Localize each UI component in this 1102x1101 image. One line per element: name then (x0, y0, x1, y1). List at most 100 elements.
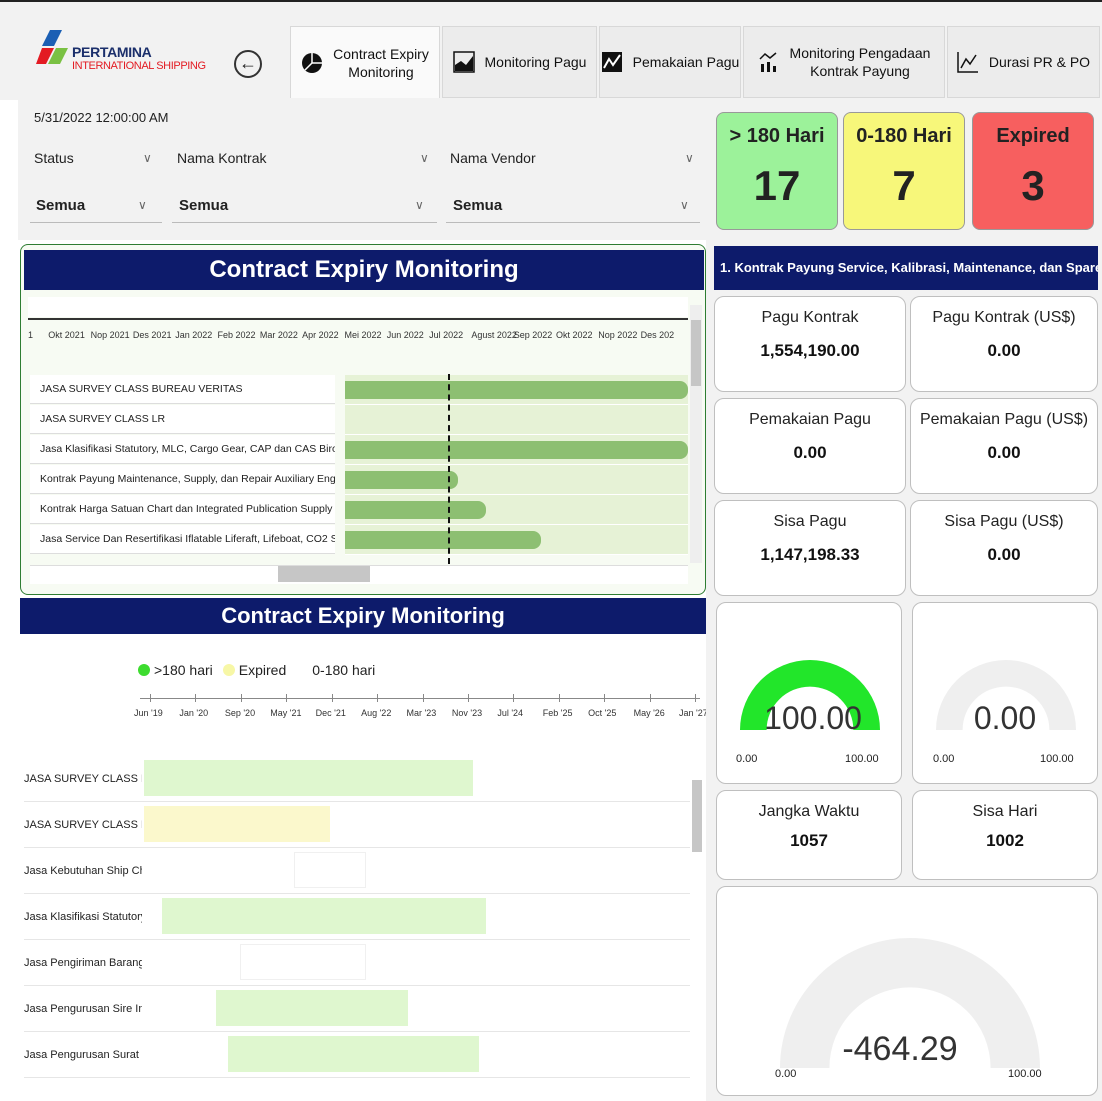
report-date: 5/31/2022 12:00:00 AM (34, 110, 169, 125)
gantt2-row-divider (24, 893, 690, 894)
card-value: 0.00 (793, 443, 827, 462)
card-sisa-pagu: Sisa Pagu 1,147,198.33 (714, 500, 906, 596)
gauge-2-value: 0.00 (973, 700, 1037, 736)
gantt2-tick-mark (377, 694, 379, 702)
card-value: 0.00 (987, 341, 1021, 360)
gantt2-row-label: JASA SURVEY CLASS BUR (24, 773, 142, 785)
back-arrow-icon[interactable]: ← (234, 50, 262, 78)
tab-durasi-pr-po[interactable]: Durasi PR & PO (947, 26, 1100, 98)
gauge-2-min: 0.00 (933, 753, 955, 765)
gantt2-bar[interactable] (215, 990, 408, 1026)
gantt1-bar[interactable] (345, 441, 688, 459)
gantt2-tick: Oct '25 (588, 708, 617, 718)
gantt2-tick: Sep '20 (224, 708, 256, 718)
card-label: Pagu Kontrak (761, 309, 859, 326)
gauge-3-value: -464.29 (842, 1030, 958, 1068)
gantt1-row-label: Jasa Service Dan Resertifikasi Iflatable… (30, 525, 335, 554)
card-label: Sisa Pagu (US$) (944, 513, 1064, 530)
card-pagu-kontrak-usd: Pagu Kontrak (US$) 0.00 (910, 296, 1098, 392)
gauge-1-value: 100.00 (764, 700, 862, 736)
gantt1-row-label: Kontrak Harga Satuan Chart dan Integrate… (30, 495, 335, 524)
gantt2-bar[interactable] (161, 898, 486, 934)
gantt1-row-label: Kontrak Payung Maintenance, Supply, dan … (30, 465, 335, 494)
trend-line-icon (957, 52, 978, 73)
filter-status-value[interactable]: Semua (36, 197, 85, 214)
card-value: 1,147,198.33 (760, 545, 860, 564)
legend-item[interactable]: 0-180 hari (296, 660, 375, 680)
gantt2-row-label: Jasa Kebutuhan Ship Cha (24, 865, 142, 877)
pie-chart-icon (302, 52, 323, 73)
gantt1-bar[interactable] (345, 501, 486, 519)
gantt1-tick: Des 202 (640, 330, 675, 340)
kpi-value: 7 (892, 162, 916, 209)
card-label: Sisa Hari (972, 803, 1038, 820)
chevron-down-icon[interactable]: ∨ (143, 151, 152, 165)
card-pemakaian-pagu-usd: Pemakaian Pagu (US$) 0.00 (910, 398, 1098, 494)
gantt1-vscroll-thumb[interactable] (691, 320, 701, 386)
tab-pemakaian-pagu[interactable]: Pemakaian Pagu (599, 26, 741, 98)
gantt1-axis-line (28, 318, 688, 320)
chevron-down-icon[interactable]: ∨ (420, 151, 429, 165)
gantt2-row-label: Jasa Pengurusan Sire Insp (24, 1003, 142, 1015)
bar-line-chart-icon (759, 52, 777, 72)
kpi-over-180: > 180 Hari 17 (716, 112, 838, 230)
gantt2-row-divider (24, 801, 690, 802)
gantt2-tick: Jun '19 (134, 708, 163, 718)
gantt2-tick-mark (695, 694, 696, 702)
legend-label: Expired (238, 662, 287, 678)
card-label: Jangka Waktu (758, 803, 860, 820)
gauge-3-max: 100.00 (1008, 1068, 1042, 1080)
gantt1-row-track (345, 405, 688, 435)
gauge-1-min: 0.00 (736, 753, 758, 765)
card-label: Pagu Kontrak (US$) (932, 309, 1076, 326)
filter-vendor-value[interactable]: Semua (453, 197, 502, 214)
legend-item[interactable]: >180 hari (138, 660, 213, 680)
card-sisa-hari: Sisa Hari 1002 (912, 790, 1098, 880)
kpi-title: Expired (996, 125, 1070, 147)
gantt2-row-label: Jasa Klasifikasi Statutory, (24, 911, 142, 923)
gantt1-bar[interactable] (345, 531, 541, 549)
gantt2-rows: JASA SURVEY CLASS BUR JASA SURVEY CLASS L… (24, 760, 690, 1080)
gantt1-tick: Mei 2022 (344, 330, 382, 340)
card-value: 0.00 (987, 443, 1021, 462)
chevron-down-icon[interactable]: ∨ (138, 198, 147, 212)
gantt2-tick-mark (467, 694, 469, 702)
gantt2-bar[interactable] (240, 944, 366, 980)
gantt2-bar[interactable] (143, 806, 330, 842)
gantt2-bar[interactable] (143, 760, 474, 796)
brand-name: PERTAMINA (72, 44, 152, 60)
gantt1-row-label: JASA SURVEY CLASS LR (30, 405, 335, 434)
gantt2-ticks: Jun '19 Jan '20 Sep '20 May '21 Dec '21 Aug '… (134, 694, 708, 726)
tab-label: Monitoring Pengadaan Kontrak Payung (789, 45, 931, 79)
gantt2-tick: May '26 (633, 708, 665, 718)
gantt1-hscroll-thumb[interactable] (278, 566, 370, 582)
gantt2-tick-mark (195, 694, 197, 702)
chevron-down-icon[interactable]: ∨ (680, 198, 689, 212)
area-chart-icon (452, 51, 475, 73)
filter-vendor-label: Nama Vendor (450, 150, 536, 166)
card-pagu-kontrak: Pagu Kontrak 1,554,190.00 (714, 296, 906, 392)
gauge-2-max: 100.00 (1040, 753, 1074, 765)
gantt2-row-divider (24, 1031, 690, 1032)
gantt2-title: Contract Expiry Monitoring (20, 598, 706, 634)
gantt1-tick: Nop 2022 (598, 330, 638, 340)
gantt2-vscroll-thumb[interactable] (692, 780, 702, 852)
gantt1-bar[interactable] (345, 381, 688, 399)
gantt1-title: Contract Expiry Monitoring (24, 250, 704, 290)
filter-kontrak-value[interactable]: Semua (179, 197, 228, 214)
gantt2-bar[interactable] (227, 1036, 480, 1072)
gantt2-tick: Jan '27 (679, 708, 708, 718)
kpi-title: > 180 Hari (729, 125, 825, 147)
chevron-down-icon[interactable]: ∨ (415, 198, 424, 212)
tab-label: Pemakaian Pagu (632, 54, 740, 70)
chevron-down-icon[interactable]: ∨ (685, 151, 694, 165)
gantt2-tick-mark (604, 694, 606, 702)
gantt1-bar[interactable] (345, 471, 459, 489)
kpi-0-180: 0-180 Hari 7 (843, 112, 965, 230)
legend-label: >180 hari (154, 662, 213, 678)
tab-monitoring-pengadaan[interactable]: Monitoring Pengadaan Kontrak Payung (743, 26, 945, 98)
legend-item[interactable]: Expired (222, 660, 287, 680)
tab-contract-expiry[interactable]: Contract Expiry Monitoring (290, 26, 440, 98)
gantt2-bar[interactable] (293, 852, 366, 888)
tab-monitoring-pagu[interactable]: Monitoring Pagu (442, 26, 597, 98)
